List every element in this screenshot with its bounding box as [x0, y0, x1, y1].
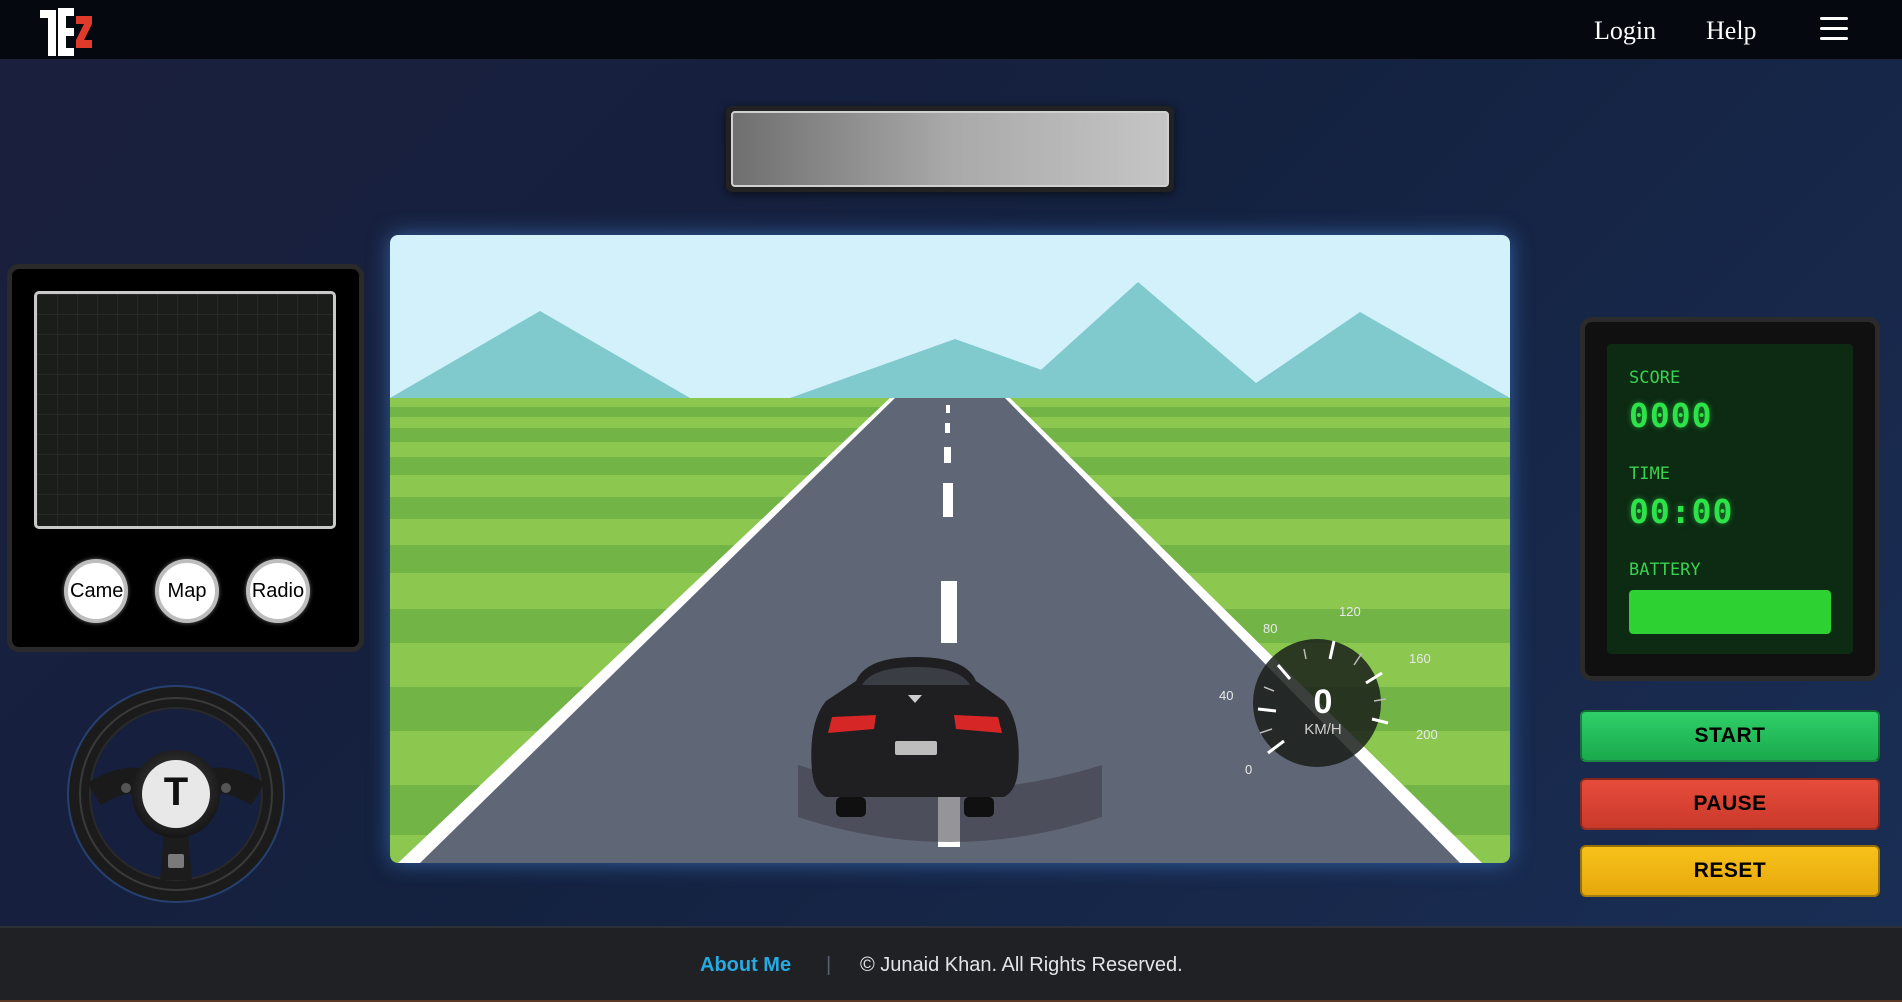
stats-panel: SCORE 0000 TIME 00:00 BATTERY	[1580, 317, 1880, 681]
steering-wheel-logo: T	[163, 770, 189, 814]
battery-label: BATTERY	[1629, 560, 1701, 580]
score-value: 0000	[1629, 396, 1713, 435]
infotainment-panel: Camera Map Radio	[7, 264, 364, 652]
speed-value: 0	[1313, 683, 1333, 721]
battery-fill	[1629, 590, 1831, 634]
time-label: TIME	[1629, 464, 1670, 484]
mirror-glass	[731, 111, 1169, 187]
game-viewport[interactable]: 0 40 80 120 160 200 0 KM/H	[390, 235, 1510, 863]
hamburger-menu-icon[interactable]	[1820, 17, 1848, 43]
speed-unit: KM/H	[1304, 721, 1342, 738]
stats-lcd: SCORE 0000 TIME 00:00 BATTERY	[1607, 344, 1853, 654]
speedometer-tick-200: 200	[1416, 727, 1438, 742]
speedometer-tick-0: 0	[1245, 762, 1253, 777]
copyright-text: © Junaid Khan. All Rights Reserved.	[860, 954, 1183, 976]
reset-button[interactable]: RESET	[1580, 845, 1880, 897]
infotainment-screen	[34, 291, 336, 529]
speedometer-tick-160: 160	[1409, 651, 1431, 666]
footer: About Me | © Junaid Khan. All Rights Res…	[0, 926, 1902, 1002]
pause-button[interactable]: PAUSE	[1580, 778, 1880, 830]
map-button[interactable]: Map	[155, 559, 219, 623]
footer-separator: |	[826, 954, 832, 976]
radio-button[interactable]: Radio	[246, 559, 310, 623]
rearview-mirror	[726, 106, 1174, 192]
steering-wheel[interactable]: T	[64, 684, 288, 904]
start-button[interactable]: START	[1580, 710, 1880, 762]
top-navbar: Login Help	[0, 0, 1902, 60]
help-link[interactable]: Help	[1706, 16, 1757, 46]
speedometer-tick-80: 80	[1263, 621, 1278, 636]
about-me-link[interactable]: About Me	[700, 954, 791, 977]
camera-button[interactable]: Camera	[64, 559, 128, 623]
time-value: 00:00	[1629, 492, 1734, 531]
speedometer-tick-120: 120	[1339, 604, 1361, 619]
login-link[interactable]: Login	[1594, 16, 1656, 46]
battery-bar	[1629, 590, 1831, 634]
speedometer-tick-40: 40	[1219, 688, 1234, 703]
score-label: SCORE	[1629, 368, 1681, 388]
player-car	[796, 651, 1034, 821]
brand-logo[interactable]	[36, 4, 100, 58]
